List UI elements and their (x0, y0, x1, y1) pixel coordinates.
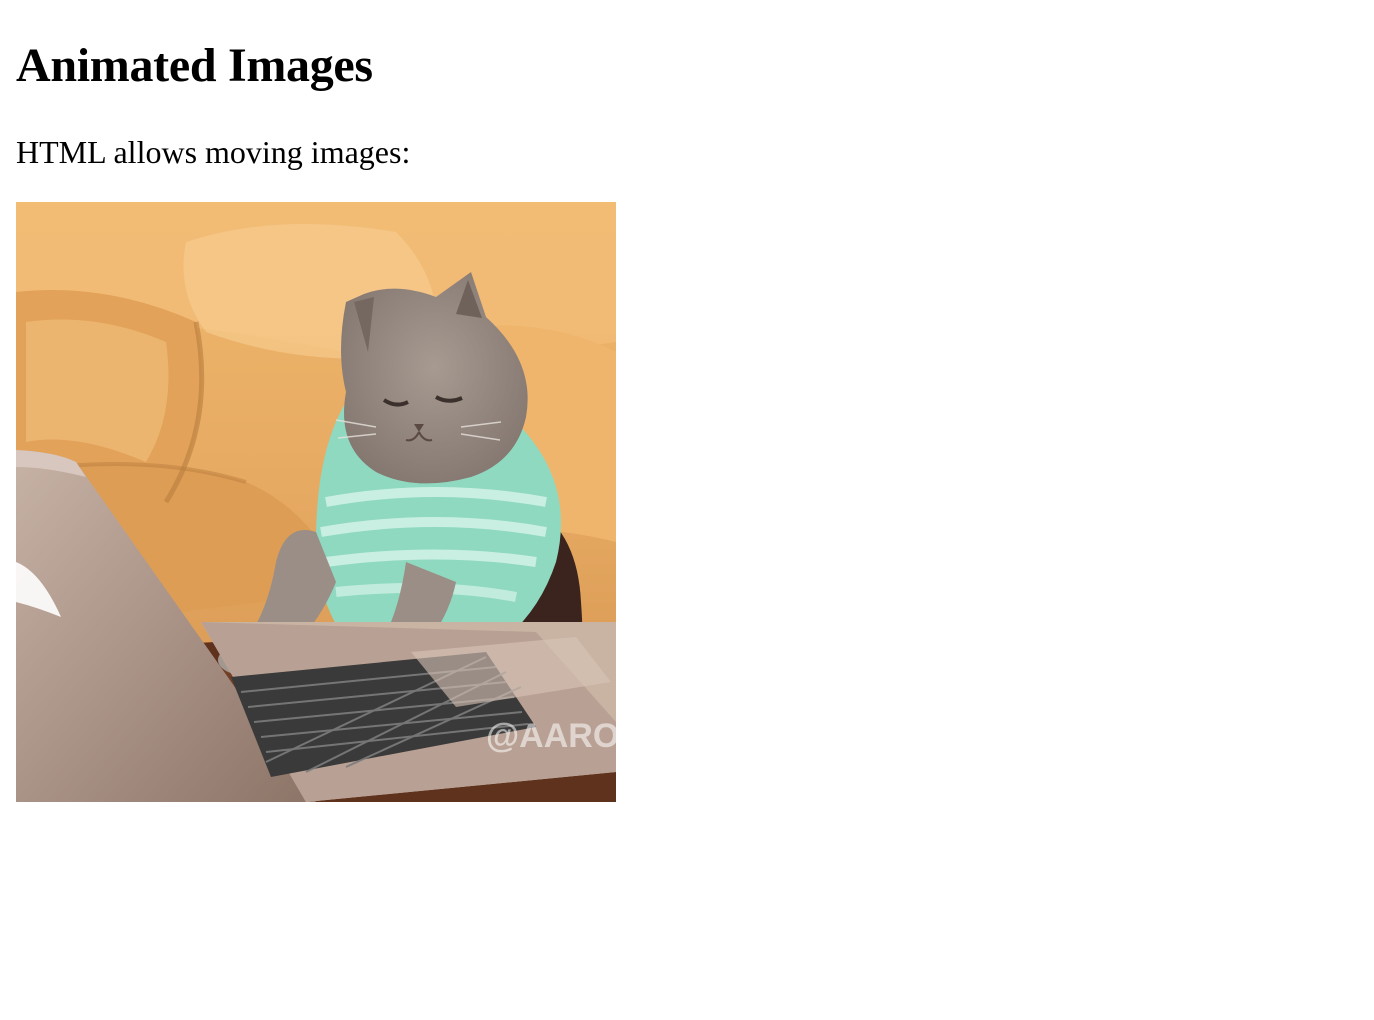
page-title: Animated Images (16, 39, 373, 92)
page: Animated Images HTML allows moving image… (0, 0, 1374, 1020)
watermark-text: @AARON (486, 717, 616, 755)
cat-laptop-illustration: @AARON (16, 202, 616, 802)
intro-text: HTML allows moving images: (16, 134, 411, 170)
animated-cat-image: @AARON (16, 202, 616, 802)
